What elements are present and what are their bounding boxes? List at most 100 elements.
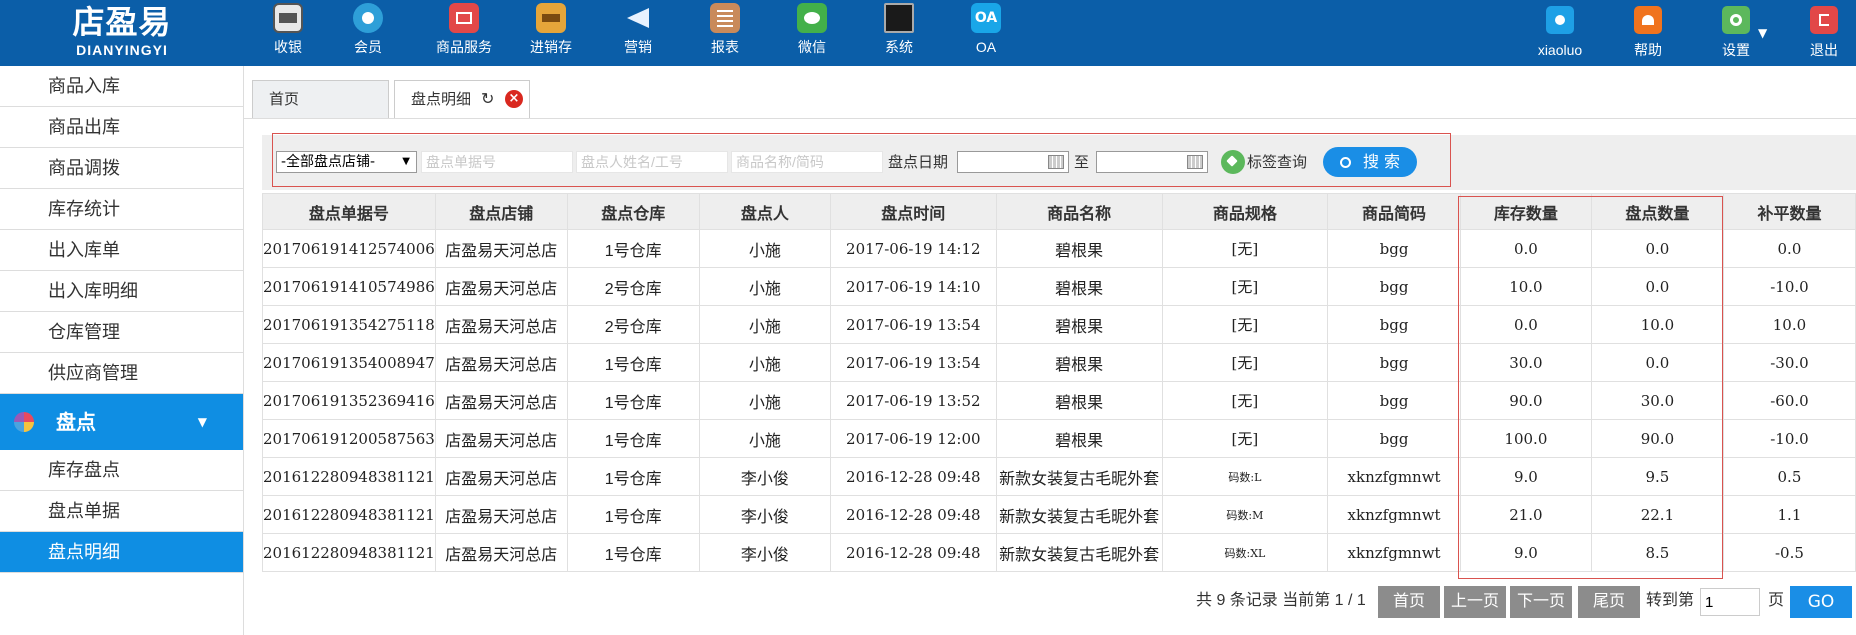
col-short-code[interactable]: 商品简码 — [1327, 193, 1461, 230]
tab-divider — [244, 118, 1856, 119]
cell-doc-no: 201706191354008947 — [262, 343, 436, 382]
sidebar-item-io-details[interactable]: 出入库明细 — [0, 271, 243, 312]
col-spec[interactable]: 商品规格 — [1161, 193, 1329, 230]
go-button[interactable]: GO — [1790, 586, 1852, 618]
pager-summary: 共 9 条记录 当前第 1 / 1 — [1196, 592, 1366, 609]
nav-product-service[interactable]: 商品服务 — [424, 3, 504, 63]
cell-product-name: 碧根果 — [995, 343, 1163, 382]
monitor-icon — [884, 3, 914, 33]
logout-icon — [1810, 6, 1838, 34]
tab-label: 盘点明细 — [411, 90, 472, 108]
calendar-icon[interactable] — [1187, 155, 1203, 169]
col-person[interactable]: 盘点人 — [698, 193, 831, 230]
cell-store: 店盈易天河总店 — [434, 305, 568, 344]
cell-person: 小施 — [698, 343, 831, 382]
cell-product-name: 碧根果 — [995, 381, 1163, 420]
col-adjust-qty[interactable]: 补平数量 — [1722, 193, 1856, 230]
logout-button[interactable]: 退出 — [1784, 6, 1856, 62]
nav-system[interactable]: 系统 — [859, 3, 939, 63]
col-product-name[interactable]: 商品名称 — [995, 193, 1163, 230]
tag-icon[interactable] — [1221, 150, 1245, 174]
col-store[interactable]: 盘点店铺 — [434, 193, 568, 230]
page-unit-label: 页 — [1768, 592, 1785, 609]
logo[interactable]: 店盈易 DIANYINGYI — [0, 0, 244, 66]
nav-label: 系统 — [885, 39, 913, 55]
megaphone-icon — [623, 3, 653, 33]
search-button[interactable]: 搜 索 — [1323, 147, 1417, 177]
sidebar-item-warehouse[interactable]: 仓库管理 — [0, 312, 243, 353]
cell-store: 店盈易天河总店 — [434, 381, 568, 420]
cell-doc-no: 201612280948381121 — [262, 495, 436, 534]
col-time[interactable]: 盘点时间 — [829, 193, 997, 230]
nav-inventory[interactable]: 进销存 — [511, 3, 591, 63]
cell-store: 店盈易天河总店 — [434, 419, 568, 458]
sidebar-item-transfer[interactable]: 商品调拨 — [0, 148, 243, 189]
logo-sub-text: DIANYINGYI — [76, 42, 168, 58]
last-page-button[interactable]: 尾页 — [1578, 586, 1640, 618]
col-doc-no[interactable]: 盘点单据号 — [262, 193, 436, 230]
nav-member[interactable]: 会员 — [328, 3, 408, 63]
calendar-icon[interactable] — [1048, 155, 1064, 169]
sidebar-item-stock-stats[interactable]: 库存统计 — [0, 189, 243, 230]
user-icon — [1546, 6, 1574, 34]
end-date-input[interactable] — [1096, 151, 1208, 173]
cell-doc-no: 201706191200587563 — [262, 419, 436, 458]
cell-spec: [无] — [1161, 343, 1329, 382]
sidebar-item-stocktake[interactable]: 库存盘点 — [0, 450, 243, 491]
sidebar-item-stock-in[interactable]: 商品入库 — [0, 66, 243, 107]
nav-wechat[interactable]: 微信 — [772, 3, 852, 63]
nav-oa[interactable]: OA OA — [946, 3, 1026, 63]
cell-spec: 码数:L — [1161, 457, 1329, 496]
store-select[interactable]: -全部盘点店铺- ▼ — [276, 151, 417, 173]
nav-label: 微信 — [798, 39, 826, 55]
cell-warehouse: 1号仓库 — [566, 343, 700, 382]
sidebar-group-label: 盘点 — [56, 410, 96, 434]
first-page-button[interactable]: 首页 — [1378, 586, 1440, 618]
oa-icon-glyph: OA — [974, 10, 998, 26]
col-warehouse[interactable]: 盘点仓库 — [566, 193, 700, 230]
sidebar-item-stock-out[interactable]: 商品出库 — [0, 107, 243, 148]
tag-query-link[interactable]: 标签查询 — [1247, 151, 1307, 173]
cell-person: 小施 — [698, 305, 831, 344]
page-number-input[interactable] — [1700, 588, 1760, 616]
sidebar-item-io-orders[interactable]: 出入库单 — [0, 230, 243, 271]
sidebar-item-supplier[interactable]: 供应商管理 — [0, 353, 243, 394]
cell-product-name: 新款女装复古毛昵外套 — [995, 495, 1163, 534]
cell-adjust-qty: 10.0 — [1722, 305, 1856, 344]
help-button[interactable]: 帮助 — [1608, 6, 1688, 62]
chevron-down-icon[interactable]: ▼ — [1758, 26, 1767, 40]
prev-page-button[interactable]: 上一页 — [1444, 586, 1506, 618]
cell-product-name: 新款女装复古毛昵外套 — [995, 533, 1163, 572]
sidebar-item-stocktake-docs[interactable]: 盘点单据 — [0, 491, 243, 532]
cell-person: 小施 — [698, 267, 831, 306]
cell-store: 店盈易天河总店 — [434, 267, 568, 306]
next-page-button[interactable]: 下一页 — [1510, 586, 1572, 618]
tab-home[interactable]: 首页 — [252, 80, 389, 118]
to-label: 至 — [1074, 153, 1090, 171]
refresh-icon[interactable]: ↻ — [481, 80, 494, 118]
start-date-input[interactable] — [957, 151, 1069, 173]
nav-report[interactable]: 报表 — [685, 3, 765, 63]
cell-product-name: 碧根果 — [995, 419, 1163, 458]
sidebar-group-stocktake[interactable]: 盘点 ▼ — [0, 394, 243, 450]
cell-adjust-qty: 0.0 — [1722, 229, 1856, 268]
nav-label: OA — [975, 39, 997, 55]
user-name: xiaoluo — [1537, 42, 1583, 58]
doc-no-input[interactable] — [421, 151, 573, 173]
product-input[interactable] — [731, 151, 883, 173]
cell-time: 2016-12-28 09:48 — [829, 533, 997, 572]
user-menu[interactable]: xiaoluo — [1520, 6, 1600, 62]
cell-time: 2017-06-19 13:54 — [829, 343, 997, 382]
chevron-down-icon: ▼ — [402, 156, 410, 167]
person-input[interactable] — [576, 151, 728, 173]
nav-cashier[interactable]: 收银 — [248, 3, 328, 63]
cell-adjust-qty: 0.5 — [1722, 457, 1856, 496]
sidebar-item-stocktake-details[interactable]: 盘点明细 — [0, 532, 243, 573]
cell-store: 店盈易天河总店 — [434, 229, 568, 268]
nav-marketing[interactable]: 营销 — [598, 3, 678, 63]
search-button-label: 搜 索 — [1362, 152, 1401, 171]
close-icon[interactable]: × — [505, 90, 523, 108]
wechat-icon — [797, 3, 827, 33]
cell-warehouse: 1号仓库 — [566, 495, 700, 534]
cell-store: 店盈易天河总店 — [434, 343, 568, 382]
